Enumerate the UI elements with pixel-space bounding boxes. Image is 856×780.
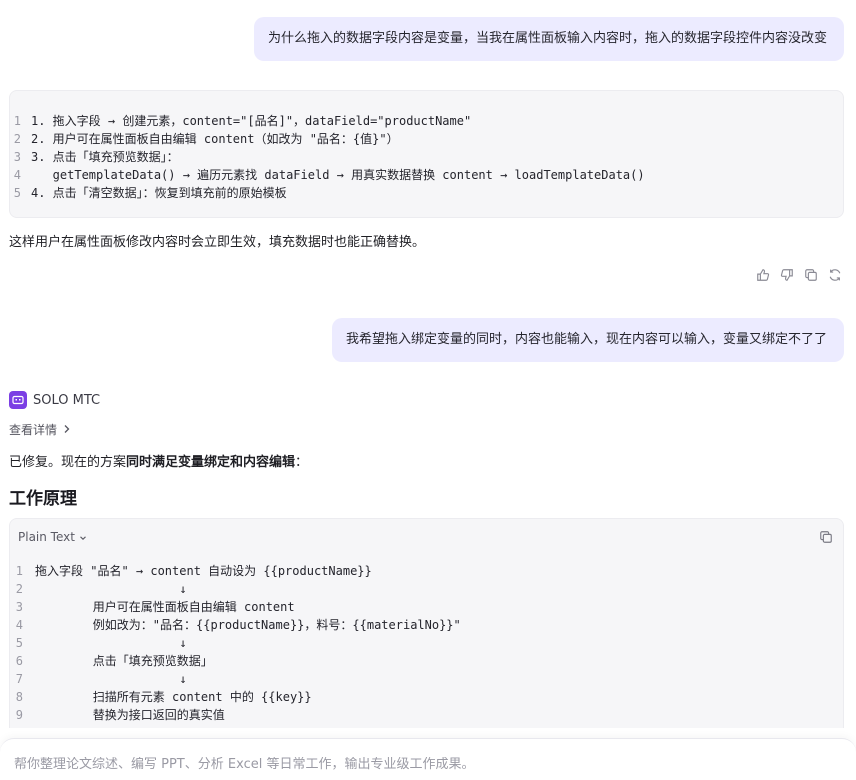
code-line: 4 getTemplateData() → 遍历元素找 dataField → …: [10, 166, 843, 184]
section-heading: 工作原理: [9, 489, 77, 509]
view-details-label: 查看详情: [9, 423, 58, 437]
code-text: 例如改为："品名：{{productName}}，料号：{{materialNo…: [35, 618, 461, 632]
code-line: 8 扫描所有元素 content 中的 {{key}}: [10, 688, 843, 706]
fix-suffix: ：: [295, 455, 309, 470]
user-message-2: 我希望拖入绑定变量的同时，内容也能输入，现在内容可以输入，变量又绑定不了了: [332, 318, 844, 362]
line-number: 4: [13, 168, 21, 182]
line-number: 3: [13, 150, 21, 164]
code-line: 2 2. 用户可在属性面板自由编辑 content（如改为 "品名：{值}"）: [10, 130, 843, 148]
line-number: 2: [15, 582, 23, 596]
agent-header: SOLO MTC: [9, 391, 100, 409]
line-number: 9: [15, 708, 23, 722]
code-text: 4. 点击「清空数据」：恢复到填充前的原始模板: [31, 186, 287, 200]
thumbs-up-icon[interactable]: [756, 268, 770, 282]
chat-input[interactable]: [14, 757, 834, 772]
code-line: 2 ↓: [10, 580, 843, 598]
code-line: 5 ↓: [10, 634, 843, 652]
code-line: 6 点击「填充预览数据」: [10, 652, 843, 670]
robot-icon: [9, 391, 27, 409]
language-selector[interactable]: Plain Text: [18, 530, 87, 544]
line-number: 5: [13, 186, 21, 200]
code-text: 用户可在属性面板自由编辑 content: [35, 600, 295, 614]
code-line: 3 用户可在属性面板自由编辑 content: [10, 598, 843, 616]
copy-icon[interactable]: [819, 530, 833, 544]
line-number: 8: [15, 690, 23, 704]
code-line: 3 3. 点击「填充预览数据」：: [10, 148, 843, 166]
code-line: 9 替换为接口返回的真实值: [10, 706, 843, 724]
chevron-down-icon: [79, 530, 87, 544]
refresh-icon[interactable]: [828, 268, 842, 282]
line-number: 1: [13, 114, 21, 128]
code-line: 4 例如改为："品名：{{productName}}，料号：{{material…: [10, 616, 843, 634]
code-line: 7 ↓: [10, 670, 843, 688]
code-text: 扫描所有元素 content 中的 {{key}}: [35, 690, 312, 704]
agent-name: SOLO MTC: [33, 392, 101, 408]
line-number: 1: [15, 564, 23, 578]
code-text: getTemplateData() → 遍历元素找 dataField → 用真…: [31, 168, 645, 182]
user-message-1: 为什么拖入的数据字段内容是变量，当我在属性面板输入内容时，拖入的数据字段控件内容…: [254, 17, 844, 61]
composer: [0, 738, 856, 780]
line-number: 6: [15, 654, 23, 668]
fix-bold: 同时满足变量绑定和内容编辑: [126, 455, 296, 470]
code-text: 替换为接口返回的真实值: [35, 708, 225, 722]
flow-code-block: 1 1. 拖入字段 → 创建元素，content="[品名]"，dataField…: [9, 90, 844, 218]
code-text: ↓: [35, 636, 187, 650]
view-details-button[interactable]: 查看详情: [9, 421, 71, 438]
code-text: 拖入字段 "品名" → content 自动设为 {{productName}}: [35, 564, 372, 578]
message-actions: [756, 268, 842, 282]
code-line: 1 1. 拖入字段 → 创建元素，content="[品名]"，dataField…: [10, 112, 843, 130]
code-line: 5 4. 点击「清空数据」：恢复到填充前的原始模板: [10, 184, 843, 202]
language-label: Plain Text: [18, 530, 75, 544]
thumbs-down-icon[interactable]: [780, 268, 794, 282]
chevron-right-icon: [63, 423, 71, 437]
code-text: 2. 用户可在属性面板自由编辑 content（如改为 "品名：{值}"）: [31, 132, 399, 146]
code-block-header: Plain Text: [10, 519, 843, 555]
code-text: ↓: [35, 672, 187, 686]
line-number: 2: [13, 132, 21, 146]
fix-prefix: 已修复。现在的方案: [9, 455, 127, 470]
code-text: 1. 拖入字段 → 创建元素，content="[品名]"，dataField=…: [31, 114, 472, 128]
code-line: 1 拖入字段 "品名" → content 自动设为 {{productName}…: [10, 562, 843, 580]
summary-text: 这样用户在属性面板修改内容时会立即生效，填充数据时也能正确替换。: [9, 235, 426, 250]
code-text: 3. 点击「填充预览数据」：: [31, 150, 179, 164]
code-text: 点击「填充预览数据」: [35, 654, 213, 668]
work-code-block: Plain Text 1 拖入字段 "品名" → content 自动设为 {{p…: [9, 518, 844, 728]
code-text: ↓: [35, 582, 187, 596]
line-number: 4: [15, 618, 23, 632]
line-number: 5: [15, 636, 23, 650]
copy-icon[interactable]: [804, 268, 818, 282]
fix-statement: 已修复。现在的方案同时满足变量绑定和内容编辑：: [9, 451, 308, 470]
line-number: 7: [15, 672, 23, 686]
line-number: 3: [15, 600, 23, 614]
